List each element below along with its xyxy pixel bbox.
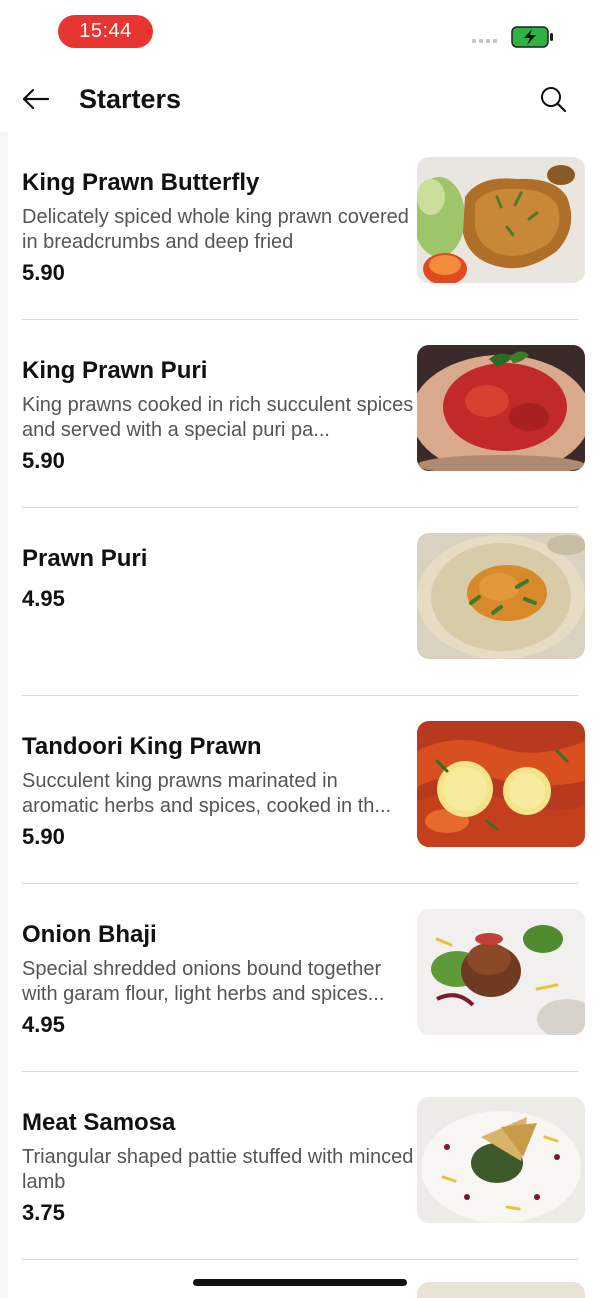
item-price: 5.90 (22, 448, 65, 473)
item-price: 5.90 (22, 824, 65, 849)
item-description: Succulent king prawns marinated in aroma… (22, 770, 392, 817)
item-description: Special shredded onions bound together w… (22, 958, 385, 1005)
home-indicator[interactable] (193, 1279, 407, 1286)
status-bar: 15:44 (0, 0, 600, 64)
item-description: Delicately spiced whole king prawn cover… (22, 206, 409, 253)
item-name: King Prawn Puri (22, 357, 208, 384)
menu-item-prawn-puri[interactable]: Prawn Puri 4.95 (0, 508, 600, 696)
page-title: Starters (79, 84, 182, 114)
item-divider (22, 1259, 578, 1260)
back-button[interactable] (20, 83, 52, 115)
item-name: Prawn Puri (22, 545, 148, 572)
item-name: Tandoori King Prawn (22, 733, 262, 760)
search-icon (541, 87, 567, 113)
battery-charging-icon (511, 26, 555, 53)
next-item-photo (417, 1282, 585, 1298)
prawn-puri-photo (417, 345, 585, 471)
item-description: King prawns cooked in rich succulent spi… (22, 394, 414, 441)
menu-item-king-prawn-butterfly[interactable]: King Prawn Butterfly Delicately spiced w… (0, 132, 600, 320)
search-button[interactable] (538, 84, 568, 114)
menu-item-meat-samosa[interactable]: Meat Samosa Triangular shaped pattie stu… (0, 1072, 600, 1260)
item-name: King Prawn Butterfly (22, 169, 260, 196)
item-price: 3.75 (22, 1200, 65, 1225)
item-description: Triangular shaped pattie stuffed with mi… (22, 1146, 414, 1193)
fried-prawn-photo (417, 157, 585, 283)
onion-bhaji-photo (417, 909, 585, 1035)
signal-icon (472, 39, 497, 43)
item-name: Onion Bhaji (22, 921, 157, 948)
item-price: 4.95 (22, 586, 65, 611)
header: Starters (0, 64, 600, 132)
item-name: Meat Samosa (22, 1109, 176, 1136)
menu-item-king-prawn-puri[interactable]: King Prawn Puri King prawns cooked in ri… (0, 320, 600, 508)
tandoori-prawn-photo (417, 721, 585, 847)
menu-list: King Prawn Butterfly Delicately spiced w… (0, 132, 600, 1260)
samosa-photo (417, 1097, 585, 1223)
arrow-left-icon (22, 88, 50, 110)
item-price: 5.90 (22, 260, 65, 285)
menu-item-tandoori-king-prawn[interactable]: Tandoori King Prawn Succulent king prawn… (0, 696, 600, 884)
prawn-puri-bread-photo (417, 533, 585, 659)
item-price: 4.95 (22, 1012, 65, 1037)
status-time: 15:44 (58, 15, 153, 48)
menu-item-onion-bhaji[interactable]: Onion Bhaji Special shredded onions boun… (0, 884, 600, 1072)
